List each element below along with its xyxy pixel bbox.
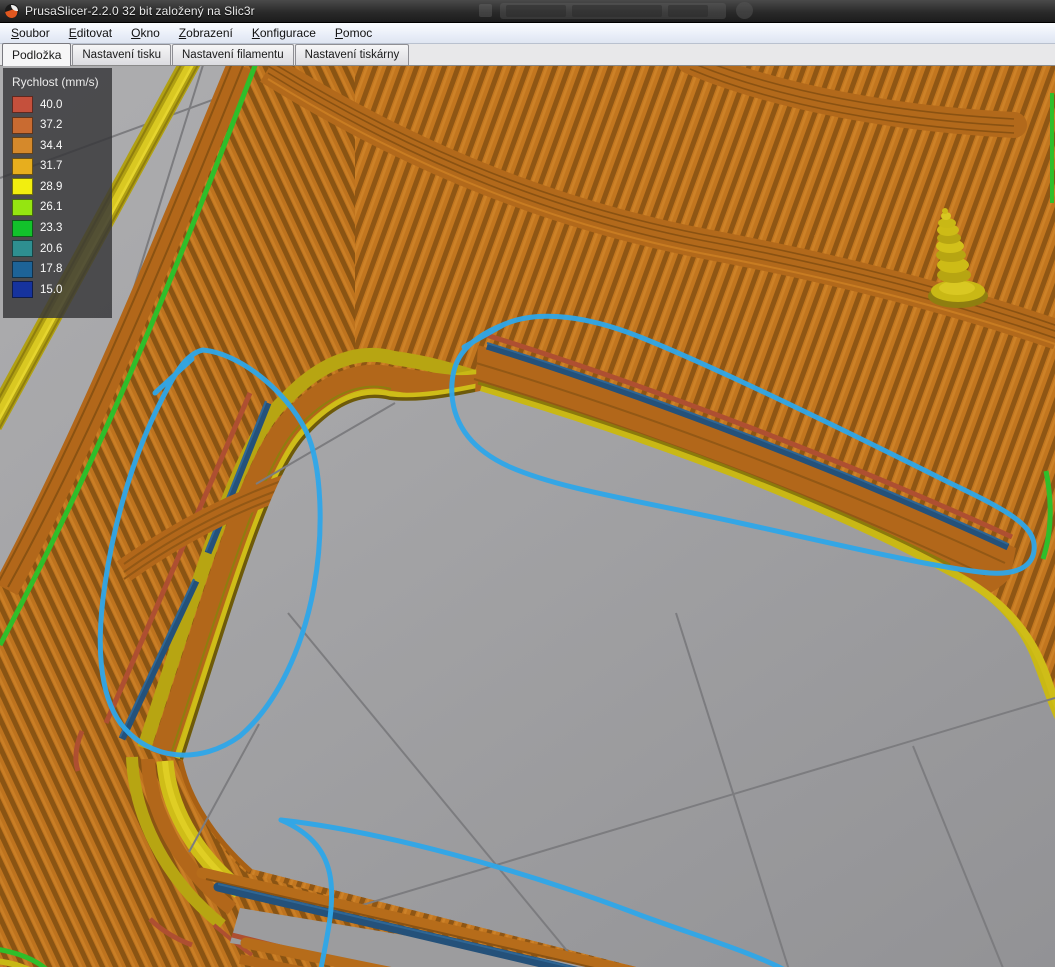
prusaslicer-logo-icon bbox=[5, 4, 19, 18]
tab-podlozka[interactable]: Podložka bbox=[2, 43, 71, 66]
legend-swatch bbox=[12, 240, 33, 257]
legend-entry: 17.8 bbox=[12, 261, 112, 278]
legend-title: Rychlost (mm/s) bbox=[12, 75, 112, 89]
legend-entry: 31.7 bbox=[12, 158, 112, 175]
tab-nastaveni-tisku[interactable]: Nastavení tisku bbox=[72, 44, 171, 65]
legend-value: 17.8 bbox=[40, 263, 62, 275]
legend-value: 28.9 bbox=[40, 181, 62, 193]
legend-swatch bbox=[12, 117, 33, 134]
legend-swatch bbox=[12, 178, 33, 195]
background-window-button-artifact bbox=[736, 2, 753, 19]
menu-editovat[interactable]: Editovat bbox=[64, 24, 117, 42]
gcode-preview-scene bbox=[0, 66, 1055, 967]
settings-tab-bar: Podložka Nastavení tisku Nastavení filam… bbox=[0, 44, 1055, 66]
legend-swatch bbox=[12, 158, 33, 175]
legend-swatch bbox=[12, 281, 33, 298]
legend-value: 20.6 bbox=[40, 243, 62, 255]
title-bar[interactable]: PrusaSlicer-2.2.0 32 bit založený na Sli… bbox=[0, 0, 1055, 23]
legend-entry: 23.3 bbox=[12, 220, 112, 237]
legend-swatch bbox=[12, 199, 33, 216]
window-title: PrusaSlicer-2.2.0 32 bit založený na Sli… bbox=[25, 4, 255, 18]
legend-entry: 15.0 bbox=[12, 281, 112, 298]
legend-value: 37.2 bbox=[40, 119, 62, 131]
legend-value: 34.4 bbox=[40, 140, 62, 152]
tab-nastaveni-filamentu[interactable]: Nastavení filamentu bbox=[172, 44, 294, 65]
legend-value: 23.3 bbox=[40, 222, 62, 234]
menu-pomoc[interactable]: Pomoc bbox=[330, 24, 377, 42]
legend-value: 15.0 bbox=[40, 284, 62, 296]
legend-entry: 20.6 bbox=[12, 240, 112, 257]
prusaslicer-window: PrusaSlicer-2.2.0 32 bit založený na Sli… bbox=[0, 0, 1055, 967]
tab-nastaveni-tiskarny[interactable]: Nastavení tiskárny bbox=[295, 44, 410, 65]
legend-entry: 28.9 bbox=[12, 178, 112, 195]
menu-okno[interactable]: Okno bbox=[126, 24, 165, 42]
background-window-tabs-artifact bbox=[500, 3, 726, 19]
legend-swatch bbox=[12, 220, 33, 237]
legend-entry: 26.1 bbox=[12, 199, 112, 216]
speed-legend: Rychlost (mm/s) 40.0 37.2 34.4 31.7 28.9… bbox=[3, 68, 112, 318]
legend-entry: 40.0 bbox=[12, 96, 112, 113]
legend-swatch bbox=[12, 96, 33, 113]
legend-value: 40.0 bbox=[40, 99, 62, 111]
menu-zobrazeni[interactable]: Zobrazení bbox=[174, 24, 238, 42]
legend-entry: 34.4 bbox=[12, 137, 112, 154]
legend-swatch bbox=[12, 261, 33, 278]
legend-value: 31.7 bbox=[40, 160, 62, 172]
legend-entry: 37.2 bbox=[12, 117, 112, 134]
menu-konfigurace[interactable]: Konfigurace bbox=[247, 24, 321, 42]
background-window-artifact bbox=[479, 4, 492, 17]
gcode-preview-viewport[interactable]: Rychlost (mm/s) 40.0 37.2 34.4 31.7 28.9… bbox=[0, 66, 1055, 967]
legend-swatch bbox=[12, 137, 33, 154]
menu-soubor[interactable]: Soubor bbox=[6, 24, 55, 42]
menu-bar: Soubor Editovat Okno Zobrazení Konfigura… bbox=[0, 23, 1055, 44]
legend-value: 26.1 bbox=[40, 201, 62, 213]
